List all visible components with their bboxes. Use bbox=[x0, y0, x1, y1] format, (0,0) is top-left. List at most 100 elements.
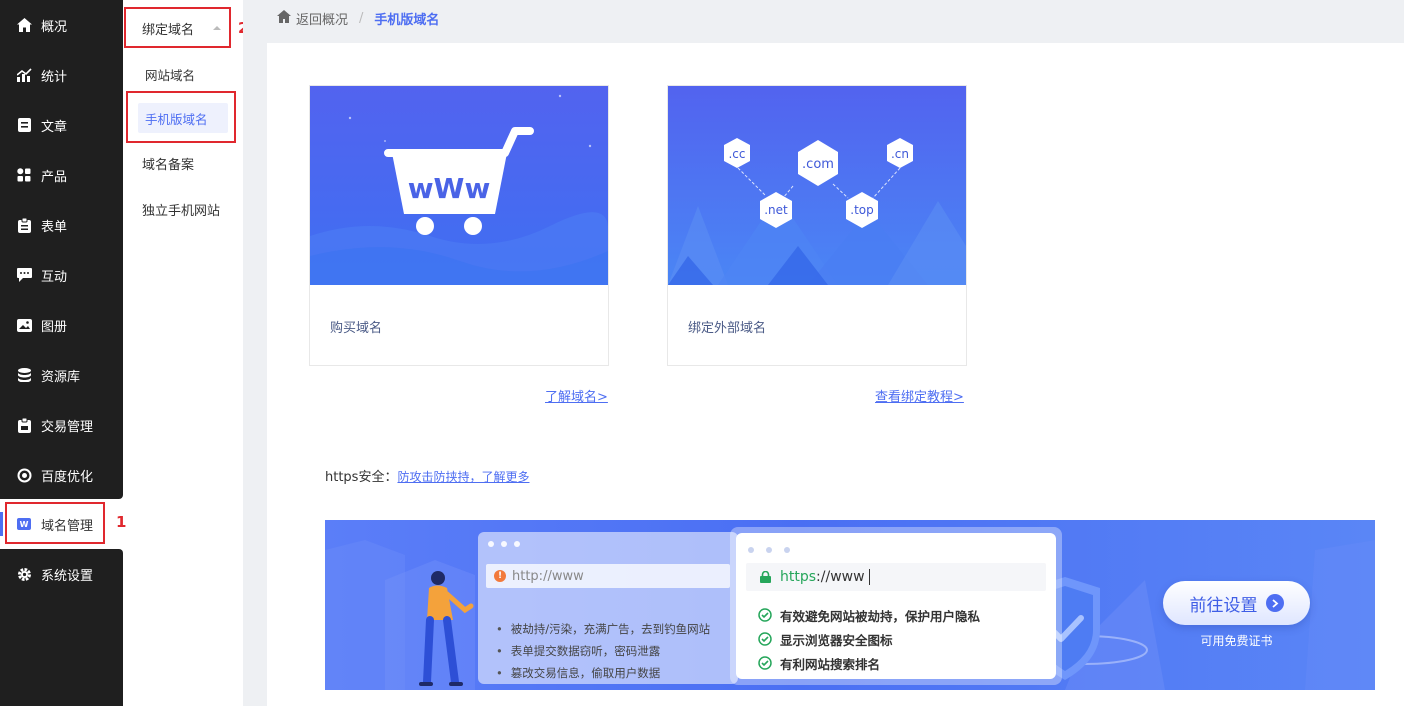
sidebar-item-transactions[interactable]: 交易管理 bbox=[0, 400, 123, 450]
insecure-url-text: http://www bbox=[512, 568, 584, 584]
check-circle-icon bbox=[758, 632, 772, 646]
sub-item-label: 域名备案 bbox=[142, 157, 195, 173]
benefit-text: 有利网站搜索排名 bbox=[780, 656, 881, 672]
sub-item-domain-filing[interactable]: 域名备案 bbox=[123, 148, 243, 178]
window-titlebar bbox=[478, 532, 738, 554]
tld-cc: .cc bbox=[728, 147, 745, 161]
sidebar-item-products[interactable]: 产品 bbox=[0, 150, 123, 200]
sidebar-item-resources[interactable]: 资源库 bbox=[0, 350, 123, 400]
sub-item-label: 独立手机网站 bbox=[142, 203, 221, 219]
go-settings-button[interactable]: 前往设置 bbox=[1163, 581, 1310, 625]
sidebar-item-forms[interactable]: 表单 bbox=[0, 200, 123, 250]
sidebar-item-label: 图册 bbox=[41, 319, 68, 335]
sidebar-item-label: 系统设置 bbox=[41, 568, 94, 584]
window-dot bbox=[514, 541, 520, 547]
risk-item: 篡改交易信息，偷取用户数据 bbox=[496, 662, 710, 684]
https-security-row: https安全：防攻击防挟持，了解更多 bbox=[325, 466, 529, 485]
secure-url-scheme: https bbox=[780, 569, 817, 585]
sidebar-item-album[interactable]: 图册 bbox=[0, 300, 123, 350]
breadcrumb-current: 手机版域名 bbox=[374, 12, 440, 28]
sidebar-item-stats[interactable]: 统计 bbox=[0, 50, 123, 100]
sidebar-item-label: 交易管理 bbox=[41, 419, 94, 435]
sidebar-item-seo[interactable]: 百度优化 bbox=[0, 450, 123, 500]
window-dot bbox=[784, 547, 790, 553]
https-learn-more-link[interactable]: 防攻击防挟持，了解更多 bbox=[397, 470, 529, 484]
tld-net: .net bbox=[764, 203, 788, 217]
tld-cn: .cn bbox=[891, 147, 909, 161]
https-label: https安全： bbox=[325, 470, 398, 485]
buy-domain-illustration: wWw bbox=[310, 86, 608, 285]
free-certificate-note: 可用免费证书 bbox=[1200, 634, 1273, 648]
benefit-item: 显示浏览器安全图标 bbox=[758, 627, 980, 651]
gear-icon bbox=[16, 566, 32, 582]
sidebar-item-interaction[interactable]: 互动 bbox=[0, 250, 123, 300]
tld-com: .com bbox=[802, 157, 834, 172]
tld-top: .top bbox=[850, 203, 873, 217]
home-icon bbox=[16, 17, 32, 33]
breadcrumb-back-link[interactable]: 返回概况 bbox=[296, 9, 348, 28]
benefit-item: 有效避免网站被劫持，保护用户隐私 bbox=[758, 603, 980, 627]
sidebar-item-label: 表单 bbox=[41, 219, 68, 235]
insecure-risk-list: 被劫持/污染，充满广告，去到钓鱼网站 表单提交数据窃听，密码泄露 篡改交易信息，… bbox=[496, 618, 710, 684]
secure-benefit-list: 有效避免网站被劫持，保护用户隐私 显示浏览器安全图标 有利网站搜索排名 bbox=[758, 603, 980, 675]
breadcrumb-separator: / bbox=[359, 10, 364, 26]
sidebar-item-system-settings[interactable]: 系统设置 bbox=[0, 549, 123, 599]
breadcrumb: 返回概况 / 手机版域名 bbox=[277, 0, 439, 36]
album-icon bbox=[16, 317, 32, 333]
buy-domain-card[interactable]: wWw 购买域名 bbox=[309, 85, 609, 366]
window-dot bbox=[748, 547, 754, 553]
sidebar-item-label: 互动 bbox=[41, 269, 68, 285]
top-bar: 返回概况 / 手机版域名 bbox=[267, 0, 1404, 43]
secure-browser-window: https://www 有效避免网站被劫持，保护用户隐私 显示浏览器安全图标 有… bbox=[730, 527, 1062, 685]
sidebar-item-label: 文章 bbox=[41, 119, 68, 135]
secure-url-rest: ://www bbox=[816, 569, 865, 585]
bind-external-domain-label: 绑定外部域名 bbox=[688, 321, 767, 336]
bind-domain-illustration: .cc .com .cn .net .top bbox=[668, 86, 966, 285]
risk-item: 被劫持/污染，充满广告，去到钓鱼网站 bbox=[496, 618, 710, 640]
sidebar-item-label: 产品 bbox=[41, 169, 68, 185]
bind-tutorial-link[interactable]: 查看绑定教程> bbox=[875, 386, 964, 405]
sidebar-item-label: 百度优化 bbox=[41, 469, 94, 485]
https-banner: ! http://www 被劫持/污染，充满广告，去到钓鱼网站 表单提交数据窃听… bbox=[325, 520, 1375, 690]
insecure-browser-window: ! http://www 被劫持/污染，充满广告，去到钓鱼网站 表单提交数据窃听… bbox=[478, 532, 738, 684]
sidebar-item-label: 资源库 bbox=[41, 369, 81, 385]
sidebar-item-label: 概况 bbox=[41, 19, 68, 35]
sub-item-standalone-mobile-site[interactable]: 独立手机网站 bbox=[123, 194, 243, 224]
article-icon bbox=[16, 117, 32, 133]
lock-icon bbox=[760, 571, 771, 583]
insecure-url-bar: ! http://www bbox=[486, 564, 730, 588]
benefit-text: 显示浏览器安全图标 bbox=[780, 632, 893, 648]
seo-icon bbox=[16, 467, 32, 483]
risk-item: 表单提交数据窃听，密码泄露 bbox=[496, 640, 710, 662]
window-dot bbox=[766, 547, 772, 553]
sub-item-site-domain[interactable]: 网站域名 bbox=[123, 59, 243, 89]
sidebar-item-overview[interactable]: 概况 bbox=[0, 0, 123, 50]
www-art-text: wWw bbox=[408, 172, 491, 205]
main-content: wWw 购买域名 了解域名> .cc .com .cn .net .top 绑定… bbox=[267, 43, 1404, 706]
bind-external-domain-card[interactable]: .cc .com .cn .net .top 绑定外部域名 bbox=[667, 85, 967, 366]
warning-icon: ! bbox=[494, 570, 506, 582]
order-icon bbox=[16, 417, 32, 433]
buy-domain-label: 购买域名 bbox=[330, 321, 383, 336]
window-dot bbox=[488, 541, 494, 547]
go-settings-label: 前往设置 bbox=[1189, 595, 1258, 616]
database-icon bbox=[16, 367, 32, 383]
sidebar-item-articles[interactable]: 文章 bbox=[0, 100, 123, 150]
secure-url-bar: https://www bbox=[746, 563, 1046, 591]
benefit-item: 有利网站搜索排名 bbox=[758, 651, 980, 675]
chat-icon bbox=[16, 267, 32, 283]
annotation-box-3 bbox=[126, 91, 236, 143]
learn-domain-link[interactable]: 了解域名> bbox=[545, 386, 608, 405]
main-sidebar: 概况 统计 文章 产品 表单 互动 图册 资源库 交易管理 百度优化 W 域名管… bbox=[0, 0, 123, 706]
content-gutter bbox=[243, 0, 267, 706]
check-circle-icon bbox=[758, 656, 772, 670]
arrow-right-icon bbox=[1265, 594, 1284, 612]
annotation-box-1 bbox=[5, 502, 105, 544]
annotation-number-1: 1 bbox=[116, 513, 127, 531]
text-cursor bbox=[868, 569, 870, 585]
benefit-text: 有效避免网站被劫持，保护用户隐私 bbox=[780, 608, 981, 624]
sidebar-item-label: 统计 bbox=[41, 69, 68, 85]
window-dot bbox=[501, 541, 507, 547]
annotation-box-2 bbox=[124, 7, 231, 48]
check-circle-icon bbox=[758, 608, 772, 622]
